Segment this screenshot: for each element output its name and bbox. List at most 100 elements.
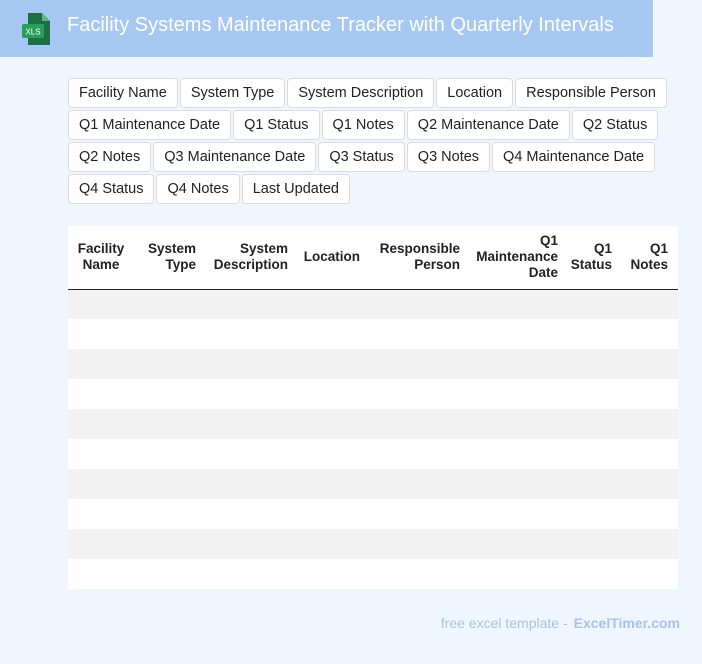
table-cell[interactable] — [674, 499, 678, 529]
column-chip[interactable]: Last Updated — [241, 174, 350, 204]
column-chip[interactable]: Q3 Notes — [406, 142, 491, 172]
table-cell[interactable] — [294, 409, 366, 439]
table-cell[interactable] — [134, 349, 202, 379]
column-header[interactable]: Facility Name — [68, 226, 134, 290]
column-chip[interactable]: System Description — [287, 78, 435, 108]
table-cell[interactable] — [674, 529, 678, 559]
table-cell[interactable] — [466, 439, 564, 469]
table-cell[interactable] — [618, 439, 674, 469]
column-chip[interactable]: Q3 Maintenance Date — [153, 142, 317, 172]
table-cell[interactable] — [294, 529, 366, 559]
table-cell[interactable] — [618, 559, 674, 589]
table-cell[interactable] — [564, 529, 618, 559]
table-cell[interactable] — [134, 319, 202, 349]
table-cell[interactable] — [674, 439, 678, 469]
column-header[interactable]: Location — [294, 226, 366, 290]
table-cell[interactable] — [134, 499, 202, 529]
table-cell[interactable] — [466, 559, 564, 589]
table-cell[interactable] — [294, 319, 366, 349]
table-cell[interactable] — [674, 349, 678, 379]
table-cell[interactable] — [294, 379, 366, 409]
column-chip[interactable]: Q1 Status — [233, 110, 320, 140]
column-chip[interactable]: Q3 Status — [318, 142, 405, 172]
table-cell[interactable] — [366, 439, 466, 469]
table-cell[interactable] — [618, 469, 674, 499]
table-cell[interactable] — [202, 409, 294, 439]
table-cell[interactable] — [674, 469, 678, 499]
table-cell[interactable] — [618, 289, 674, 319]
column-header[interactable]: Q1 Notes — [618, 226, 674, 290]
table-cell[interactable] — [366, 289, 466, 319]
table-cell[interactable] — [202, 559, 294, 589]
table-cell[interactable] — [466, 409, 564, 439]
table-cell[interactable] — [68, 439, 134, 469]
table-cell[interactable] — [68, 559, 134, 589]
table-cell[interactable] — [466, 469, 564, 499]
column-chip[interactable]: Q1 Notes — [321, 110, 405, 140]
table-cell[interactable] — [202, 529, 294, 559]
table-cell[interactable] — [68, 499, 134, 529]
table-cell[interactable] — [618, 499, 674, 529]
table-cell[interactable] — [366, 559, 466, 589]
table-cell[interactable] — [674, 379, 678, 409]
table-cell[interactable] — [68, 289, 134, 319]
column-chip[interactable]: Q4 Status — [68, 174, 155, 204]
column-chip[interactable]: Q2 Notes — [68, 142, 152, 172]
table-cell[interactable] — [466, 289, 564, 319]
table-cell[interactable] — [564, 559, 618, 589]
table-cell[interactable] — [202, 349, 294, 379]
table-cell[interactable] — [564, 439, 618, 469]
column-header[interactable]: Q2 Maintenance Date — [674, 226, 678, 290]
table-cell[interactable] — [68, 379, 134, 409]
table-cell[interactable] — [68, 469, 134, 499]
table-cell[interactable] — [564, 499, 618, 529]
table-cell[interactable] — [202, 469, 294, 499]
table-cell[interactable] — [294, 289, 366, 319]
table-cell[interactable] — [294, 559, 366, 589]
table-cell[interactable] — [134, 379, 202, 409]
table-cell[interactable] — [134, 529, 202, 559]
table-cell[interactable] — [466, 379, 564, 409]
table-cell[interactable] — [202, 289, 294, 319]
table-cell[interactable] — [674, 409, 678, 439]
table-cell[interactable] — [564, 319, 618, 349]
column-chip[interactable]: Q4 Notes — [156, 174, 240, 204]
column-header[interactable]: Q1 Status — [564, 226, 618, 290]
column-chip[interactable]: Q4 Maintenance Date — [492, 142, 656, 172]
column-chip[interactable]: Location — [436, 78, 514, 108]
table-cell[interactable] — [134, 289, 202, 319]
column-header[interactable]: System Description — [202, 226, 294, 290]
table-cell[interactable] — [674, 559, 678, 589]
table-cell[interactable] — [202, 499, 294, 529]
table-cell[interactable] — [564, 379, 618, 409]
table-cell[interactable] — [366, 499, 466, 529]
table-cell[interactable] — [366, 349, 466, 379]
column-chip[interactable]: Q2 Maintenance Date — [406, 110, 570, 140]
table-cell[interactable] — [618, 379, 674, 409]
table-cell[interactable] — [294, 469, 366, 499]
table-cell[interactable] — [294, 499, 366, 529]
table-cell[interactable] — [564, 289, 618, 319]
column-header[interactable]: System Type — [134, 226, 202, 290]
table-cell[interactable] — [294, 439, 366, 469]
table-cell[interactable] — [466, 349, 564, 379]
table-cell[interactable] — [68, 409, 134, 439]
table-cell[interactable] — [466, 499, 564, 529]
table-cell[interactable] — [202, 319, 294, 349]
table-cell[interactable] — [366, 529, 466, 559]
table-cell[interactable] — [294, 349, 366, 379]
table-cell[interactable] — [366, 379, 466, 409]
table-cell[interactable] — [202, 379, 294, 409]
table-cell[interactable] — [134, 409, 202, 439]
table-cell[interactable] — [466, 319, 564, 349]
table-cell[interactable] — [202, 439, 294, 469]
table-cell[interactable] — [618, 409, 674, 439]
table-cell[interactable] — [134, 469, 202, 499]
column-header[interactable]: Responsible Person — [366, 226, 466, 290]
column-chip[interactable]: Responsible Person — [515, 78, 667, 108]
table-cell[interactable] — [366, 319, 466, 349]
table-cell[interactable] — [466, 529, 564, 559]
table-cell[interactable] — [618, 349, 674, 379]
table-cell[interactable] — [366, 409, 466, 439]
table-cell[interactable] — [674, 319, 678, 349]
